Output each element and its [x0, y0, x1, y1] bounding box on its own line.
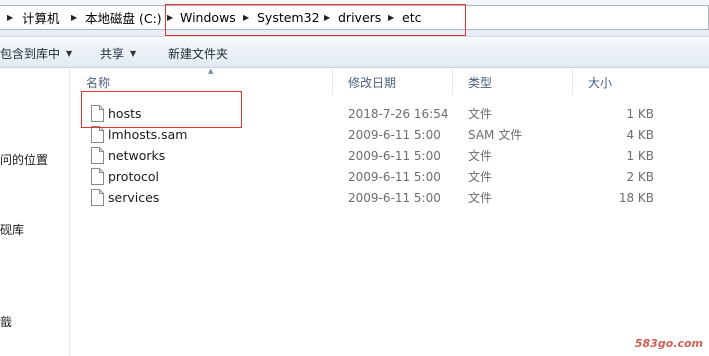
file-date: 2009-6-11 5:00 [348, 127, 441, 142]
column-header-name-label: 名称 [86, 75, 111, 90]
file-size: 4 KB [626, 127, 654, 142]
file-type: 文件 [468, 107, 493, 121]
file-row-protocol[interactable]: protocol 2009-6-11 5:00 文件 2 KB [76, 166, 709, 187]
column-header-date-label: 修改日期 [348, 75, 397, 90]
nav-item-libraries[interactable]: 砚库 [0, 221, 24, 238]
chevron-down-icon: ▼ [66, 48, 73, 58]
file-date: 2009-6-11 5:00 [348, 190, 441, 205]
column-header-date[interactable]: 修改日期 [333, 69, 453, 95]
file-size: 18 KB [618, 190, 654, 205]
share-label: 共享 [100, 46, 125, 61]
file-date: 2009-6-11 5:00 [348, 169, 441, 184]
file-type: SAM 文件 [468, 128, 523, 142]
command-toolbar: 包含到库中 ▼ 共享 ▼ 新建文件夹 [0, 38, 709, 68]
column-header-size[interactable]: 大小 [573, 69, 709, 95]
column-header-type-label: 类型 [468, 75, 493, 90]
file-name: protocol [108, 169, 159, 184]
file-size: 1 KB [626, 148, 654, 163]
file-icon [91, 147, 104, 164]
file-icon [91, 189, 104, 206]
chevron-down-icon: ▼ [130, 48, 137, 58]
file-size: 1 KB [626, 106, 654, 121]
include-in-library-label: 包含到库中 [0, 46, 61, 61]
sort-up-icon: ▲ [208, 67, 214, 75]
file-type: 文件 [468, 191, 493, 205]
file-date: 2009-6-11 5:00 [348, 148, 441, 163]
file-row-services[interactable]: services 2009-6-11 5:00 文件 18 KB [76, 187, 709, 208]
file-row-networks[interactable]: networks 2009-6-11 5:00 文件 1 KB [76, 145, 709, 166]
breadcrumb-arrow-icon[interactable]: ▶ [71, 5, 77, 30]
column-header-size-label: 大小 [588, 75, 613, 90]
file-size: 2 KB [626, 169, 654, 184]
file-name: services [108, 190, 160, 205]
nav-item-recent-places[interactable]: 问的位置 [0, 151, 48, 168]
file-name: networks [108, 148, 166, 163]
file-type: 文件 [468, 149, 493, 163]
breadcrumb-local-disk[interactable]: 本地磁盘 (C:) [85, 5, 162, 30]
share-button[interactable]: 共享 ▼ [100, 38, 136, 68]
site-watermark: 583go.com [634, 337, 703, 350]
nav-item-truncated[interactable]: 戠 [0, 313, 12, 330]
column-header-type[interactable]: 类型 [453, 69, 573, 95]
navigation-pane: 问的位置 砚库 戠 [0, 69, 70, 356]
file-icon [91, 168, 104, 185]
address-highlight-box [165, 4, 466, 36]
breadcrumb-computer[interactable]: 计算机 [22, 5, 60, 30]
breadcrumb-arrow-icon[interactable]: ▶ [7, 5, 13, 30]
file-icon [91, 126, 104, 143]
file-type: 文件 [468, 170, 493, 184]
include-in-library-button[interactable]: 包含到库中 ▼ [0, 38, 72, 68]
file-date: 2018-7-26 16:54 [348, 106, 449, 121]
file-highlight-box [81, 91, 242, 128]
address-bar: ▶ 计算机 ▶ 本地磁盘 (C:) ▶ Windows ▶ System32 ▶… [0, 0, 709, 37]
new-folder-button[interactable]: 新建文件夹 [168, 38, 228, 68]
